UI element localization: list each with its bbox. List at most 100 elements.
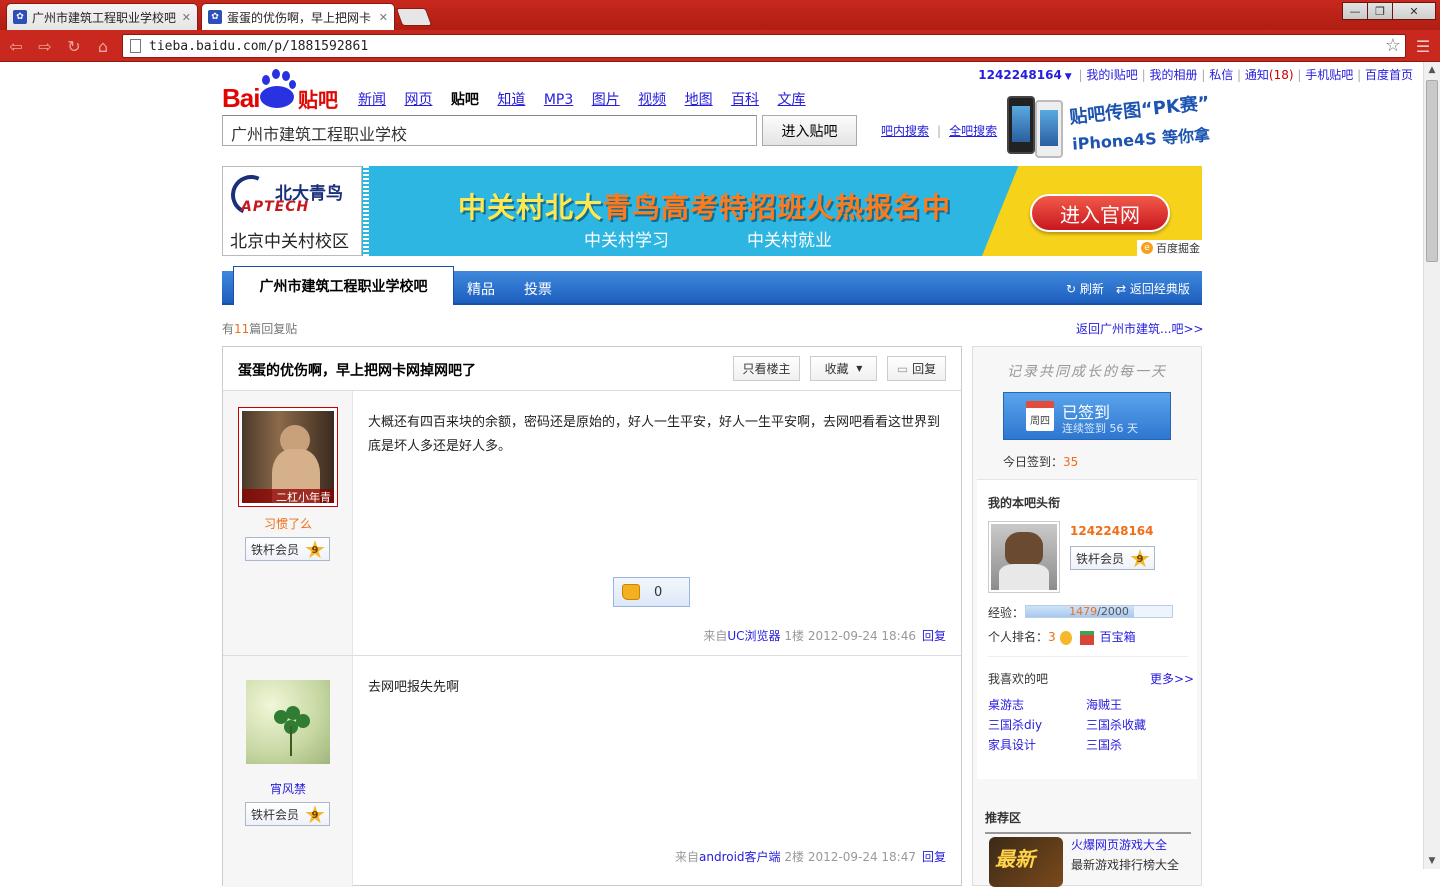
- forum-link[interactable]: 三国杀diy: [988, 716, 1042, 733]
- treasure-link[interactable]: 百宝箱: [1100, 630, 1136, 644]
- user-id-link[interactable]: 1242248164: [978, 68, 1062, 82]
- all-forum-search-link[interactable]: 全吧搜索: [949, 124, 997, 138]
- post-content: 大概还有四百来块的余额，密码还是原始的，好人一生平安，好人一生平安啊，去网吧看看…: [368, 415, 941, 454]
- tab-title: 广州市建筑工程职业学校吧: [32, 10, 177, 25]
- avatar[interactable]: 二杠小年青: [238, 407, 338, 507]
- recommend-desc: 最新游戏排行榜大全: [1071, 858, 1180, 872]
- like-button[interactable]: 0: [613, 577, 690, 607]
- enter-forum-button[interactable]: 进入贴吧: [762, 115, 857, 146]
- forum-search-input[interactable]: 广州市建筑工程职业学校: [222, 115, 757, 146]
- gift-icon: [1079, 630, 1094, 645]
- caret-down-icon: ▼: [856, 364, 863, 373]
- only-author-button[interactable]: 只看楼主: [733, 356, 800, 381]
- forum-link[interactable]: 海贼王: [1086, 696, 1122, 713]
- scrollbar-thumb[interactable]: [1426, 80, 1438, 262]
- swap-icon: ⇄: [1116, 282, 1127, 296]
- reply-button[interactable]: ▭ 回复: [887, 356, 946, 381]
- notice-label: 通知: [1244, 68, 1269, 82]
- nav-wenku[interactable]: 文库: [778, 92, 806, 108]
- recommend-image[interactable]: 最新: [989, 837, 1063, 887]
- favorite-button[interactable]: 收藏 ▼: [810, 356, 877, 381]
- private-message-link[interactable]: 私信: [1209, 68, 1233, 82]
- ad-sub-job: 中关村就业: [747, 231, 832, 251]
- chevron-down-icon[interactable]: ▼: [1065, 72, 1072, 82]
- nav-news[interactable]: 新闻: [358, 92, 386, 108]
- my-member-badge[interactable]: 铁杆会员 9: [1070, 546, 1155, 570]
- post-author-column: 二杠小年青 习惯了么 铁杆会员 9: [223, 391, 353, 655]
- my-album-link[interactable]: 我的相册: [1149, 68, 1197, 82]
- liked-forums-heading: 我喜欢的吧: [988, 672, 1049, 686]
- mobile-tieba-link[interactable]: 手机贴吧: [1305, 68, 1353, 82]
- tab-featured[interactable]: 精品: [467, 279, 495, 299]
- in-forum-search-link[interactable]: 吧内搜索: [881, 124, 929, 138]
- reload-icon[interactable]: ↻: [64, 36, 84, 56]
- browser-menu-icon[interactable]: ☰: [1414, 37, 1432, 56]
- refresh-link[interactable]: ↻ 刷新: [1066, 280, 1104, 297]
- logo-bai: Bai: [222, 83, 260, 113]
- post-reply-link[interactable]: 回复: [922, 629, 946, 643]
- forward-icon[interactable]: ⇨: [35, 36, 55, 56]
- thread-title: 蛋蛋的优伤啊，早上把网卡网掉网吧了: [238, 363, 476, 379]
- level-star-icon: 9: [305, 805, 325, 824]
- tab-close-icon[interactable]: ✕: [182, 11, 191, 24]
- nav-map[interactable]: 地图: [685, 92, 713, 108]
- nav-zhidao[interactable]: 知道: [497, 92, 525, 108]
- browser-tab-forum[interactable]: ✿ 广州市建筑工程职业学校吧 ✕: [6, 3, 198, 30]
- ad-sub-study: 中关村学习: [584, 231, 669, 251]
- avatar[interactable]: [246, 680, 330, 764]
- paw-icon: du: [258, 69, 314, 109]
- recommend-link[interactable]: 火爆网页游戏大全: [1071, 836, 1167, 853]
- campus-name: 北京中关村校区: [230, 232, 349, 252]
- like-count: 0: [654, 584, 663, 600]
- url-text[interactable]: tieba.baidu.com/p/1881592861: [149, 39, 368, 54]
- tab-close-icon[interactable]: ✕: [379, 11, 388, 24]
- member-badge[interactable]: 铁杆会员 9: [245, 802, 330, 826]
- ad-banner[interactable]: 北大青鸟 APTECH 北京中关村校区 中关村北大青鸟高考特招班火热报名中 中关…: [222, 166, 1202, 256]
- nav-web[interactable]: 网页: [404, 92, 432, 108]
- post-floor-1: 二杠小年青 习惯了么 铁杆会员 9 大概还有四百来块的余额，密码还是原始的，好人一…: [223, 391, 961, 656]
- forum-link[interactable]: 家具设计: [988, 736, 1036, 753]
- classic-link[interactable]: ⇄ 返回经典版: [1116, 280, 1190, 297]
- nav-image[interactable]: 图片: [592, 92, 620, 108]
- new-tab-button[interactable]: [395, 8, 433, 26]
- back-to-forum-link[interactable]: 返回广州市建筑...吧>>: [1076, 320, 1204, 337]
- baidu-juejin-icon: e: [1141, 242, 1153, 254]
- member-badge[interactable]: 铁杆会员 9: [245, 537, 330, 561]
- back-icon[interactable]: ⇦: [6, 36, 26, 56]
- forum-link[interactable]: 三国杀: [1086, 736, 1122, 753]
- forum-link[interactable]: 三国杀收藏: [1086, 716, 1146, 733]
- tab-forum-home[interactable]: 广州市建筑工程职业学校吧: [233, 266, 454, 305]
- sign-in-button[interactable]: 周四 已签到 连续签到 56 天: [1003, 392, 1171, 440]
- bookmark-star-icon[interactable]: ☆: [1385, 35, 1401, 56]
- tab-vote[interactable]: 投票: [524, 279, 552, 299]
- close-window-icon[interactable]: ✕: [1392, 2, 1436, 20]
- enter-site-button[interactable]: 进入官网: [1030, 194, 1170, 232]
- baidu-home-link[interactable]: 百度首页: [1365, 68, 1413, 82]
- ad-tag[interactable]: e 百度掘金: [1137, 240, 1202, 256]
- address-bar[interactable]: tieba.baidu.com/p/1881592861 ☆: [122, 34, 1406, 58]
- my-username[interactable]: 1242248164: [1070, 524, 1154, 538]
- nav-baike[interactable]: 百科: [731, 92, 759, 108]
- scroll-down-icon[interactable]: ▼: [1424, 853, 1440, 869]
- baidu-tieba-logo[interactable]: Bai du 贴吧: [222, 69, 342, 113]
- tab-title: 蛋蛋的优伤啊，早上把网卡: [227, 10, 372, 25]
- scroll-up-icon[interactable]: ▲: [1424, 62, 1440, 78]
- notice-link[interactable]: 通知(18): [1245, 68, 1294, 82]
- iphone-promo[interactable]: 贴吧传图“PK赛” iPhone4S 等你拿: [1005, 92, 1211, 158]
- nav-mp3[interactable]: MP3: [544, 92, 573, 108]
- more-forums-link[interactable]: 更多>>: [1150, 670, 1194, 687]
- nav-video[interactable]: 视频: [638, 92, 666, 108]
- browser-tab-thread[interactable]: ✿ 蛋蛋的优伤啊，早上把网卡 ✕: [201, 3, 395, 30]
- author-name[interactable]: 习惯了么: [223, 515, 353, 532]
- restore-icon[interactable]: ❐: [1367, 2, 1393, 20]
- home-icon[interactable]: ⌂: [93, 36, 113, 56]
- my-avatar[interactable]: [988, 521, 1060, 593]
- minimize-icon[interactable]: —: [1342, 2, 1368, 20]
- reply-count: 有11篇回复贴: [222, 322, 298, 336]
- post-reply-link[interactable]: 回复: [922, 850, 946, 864]
- author-name[interactable]: 宵风禁: [223, 780, 353, 797]
- my-itieba-link[interactable]: 我的i贴吧: [1086, 68, 1137, 82]
- forum-link[interactable]: 桌游志: [988, 696, 1024, 713]
- page-scrollbar[interactable]: ▲ ▼: [1423, 62, 1440, 869]
- phone-image: [1035, 100, 1063, 158]
